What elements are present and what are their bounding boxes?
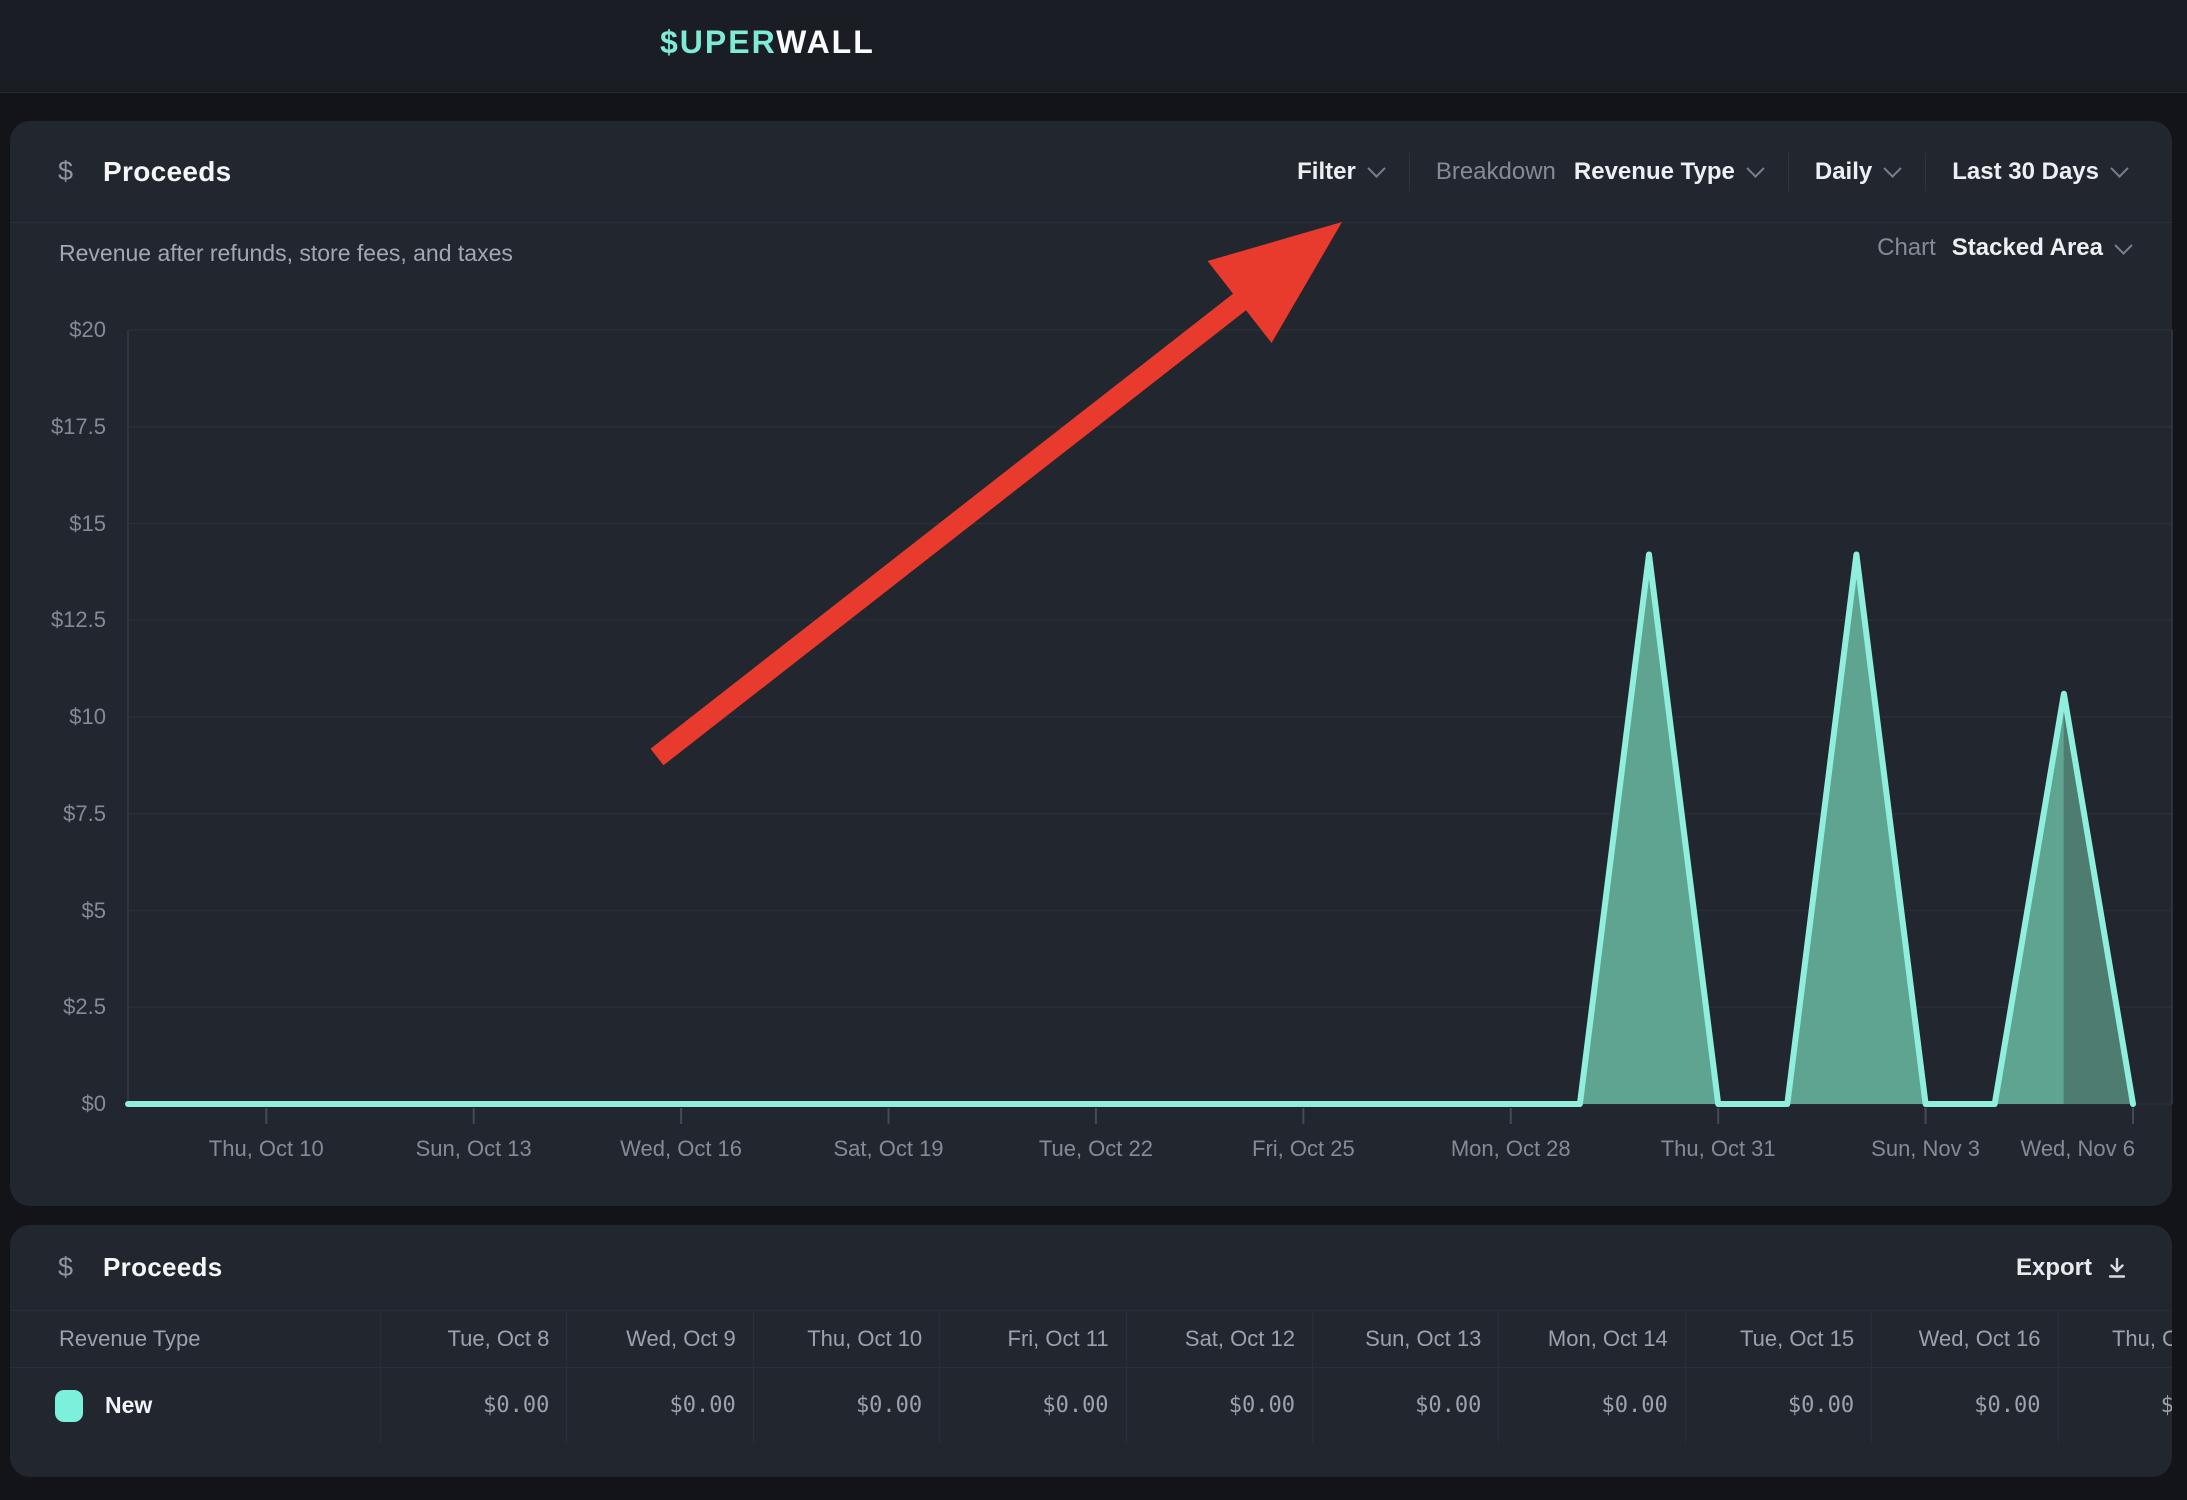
- x-tick-label: Sun, Oct 13: [416, 1136, 532, 1162]
- top-bar: $UPERWALL: [0, 0, 2187, 93]
- table-value-cell: $0.00: [940, 1367, 1126, 1443]
- chevron-down-icon: [2110, 159, 2128, 177]
- x-tick-label: Mon, Oct 28: [1451, 1136, 1571, 1162]
- x-tick-label: Wed, Nov 6: [2020, 1136, 2135, 1162]
- breakdown-value: Revenue Type: [1574, 158, 1735, 186]
- export-label: Export: [2016, 1254, 2092, 1282]
- table-value-cell: $0.00: [754, 1367, 940, 1443]
- table-value-cell: $0.00: [2059, 1367, 2172, 1443]
- chart-subheader: Revenue after refunds, store fees, and t…: [10, 222, 2172, 290]
- chevron-down-icon: [1746, 159, 1764, 177]
- y-tick-label: $17.5: [10, 412, 106, 442]
- x-tick-label: Thu, Oct 31: [1661, 1136, 1776, 1162]
- filter-dropdown[interactable]: Filter: [1271, 158, 1409, 186]
- superwall-logo: $UPERWALL: [660, 22, 875, 62]
- y-tick-label: $20: [10, 315, 106, 345]
- chart-type-value: Stacked Area: [1952, 234, 2103, 262]
- chevron-down-icon: [1367, 159, 1385, 177]
- column-header-revenue-type: Revenue Type: [10, 1310, 381, 1367]
- table-value-cell: $0.00: [1127, 1367, 1313, 1443]
- date-range-value: Last 30 Days: [1952, 158, 2099, 186]
- proceeds-table: Revenue TypeTue, Oct 8Wed, Oct 9Thu, Oct…: [10, 1310, 2172, 1443]
- y-tick-label: $0: [10, 1089, 106, 1119]
- chevron-down-icon: [1884, 159, 1902, 177]
- column-header-date: Sun, Oct 13: [1313, 1310, 1499, 1367]
- x-tick-label: Sat, Oct 19: [833, 1136, 943, 1162]
- proceeds-table-card: $ Proceeds Export Revenue TypeTue, Oct 8…: [10, 1225, 2172, 1477]
- column-header-date: Fri, Oct 11: [940, 1310, 1126, 1367]
- series-name: New: [105, 1392, 152, 1419]
- chart-type-dropdown[interactable]: Chart Stacked Area: [1877, 234, 2130, 262]
- y-tick-label: $10: [10, 702, 106, 732]
- table-value-cell: $0.00: [381, 1367, 567, 1443]
- table-card-header: $ Proceeds Export: [10, 1225, 2172, 1310]
- date-range-dropdown[interactable]: Last 30 Days: [1926, 158, 2126, 186]
- logo-accent: $UPER: [660, 24, 776, 60]
- column-header-date: Tue, Oct 15: [1686, 1310, 1872, 1367]
- export-button[interactable]: Export: [2016, 1225, 2130, 1310]
- table-row-label-cell: New: [10, 1367, 381, 1443]
- table-card-title: Proceeds: [103, 1252, 222, 1283]
- breakdown-dropdown[interactable]: Breakdown Revenue Type: [1410, 158, 1788, 186]
- y-tick-label: $7.5: [10, 799, 106, 829]
- table-value-cell: $0.00: [1499, 1367, 1685, 1443]
- granularity-value: Daily: [1815, 158, 1872, 186]
- dollar-icon: $: [58, 1252, 73, 1283]
- column-header-date: Thu, Oct 17: [2059, 1310, 2172, 1367]
- dollar-icon: $: [58, 156, 73, 187]
- x-tick-label: Thu, Oct 10: [209, 1136, 324, 1162]
- chart-card-title: Proceeds: [103, 156, 231, 188]
- table-value-cell: $0.00: [1313, 1367, 1499, 1443]
- table-value-cell: $0.00: [1686, 1367, 1872, 1443]
- column-header-date: Wed, Oct 16: [1872, 1310, 2058, 1367]
- logo-rest: WALL: [776, 24, 875, 60]
- column-header-date: Wed, Oct 9: [567, 1310, 753, 1367]
- column-header-date: Sat, Oct 12: [1127, 1310, 1313, 1367]
- y-tick-label: $12.5: [10, 605, 106, 635]
- x-tick-label: Sun, Nov 3: [1871, 1136, 1980, 1162]
- column-header-date: Tue, Oct 8: [381, 1310, 567, 1367]
- x-tick-label: Tue, Oct 22: [1039, 1136, 1153, 1162]
- series-swatch: [55, 1390, 83, 1422]
- y-tick-label: $5: [10, 896, 106, 926]
- table-value-cell: $0.00: [567, 1367, 753, 1443]
- granularity-dropdown[interactable]: Daily: [1789, 158, 1925, 186]
- y-tick-label: $15: [10, 509, 106, 539]
- chart-controls: Filter Breakdown Revenue Type Daily Last…: [1271, 121, 2126, 222]
- breakdown-label: Breakdown: [1436, 158, 1556, 186]
- chart-type-label: Chart: [1877, 234, 1936, 262]
- x-tick-label: Wed, Oct 16: [620, 1136, 742, 1162]
- column-header-date: Mon, Oct 14: [1499, 1310, 1685, 1367]
- y-tick-label: $2.5: [10, 992, 106, 1022]
- table-value-cell: $0.00: [1872, 1367, 2058, 1443]
- proceeds-chart-card: $ Proceeds Filter Breakdown Revenue Type…: [10, 121, 2172, 1206]
- download-icon: [2104, 1255, 2130, 1281]
- chart-card-header: $ Proceeds Filter Breakdown Revenue Type…: [10, 121, 2172, 223]
- filter-label: Filter: [1297, 158, 1356, 186]
- chart-subtitle: Revenue after refunds, store fees, and t…: [59, 240, 513, 267]
- column-header-date: Thu, Oct 10: [754, 1310, 940, 1367]
- x-tick-label: Fri, Oct 25: [1252, 1136, 1355, 1162]
- chevron-down-icon: [2114, 236, 2132, 254]
